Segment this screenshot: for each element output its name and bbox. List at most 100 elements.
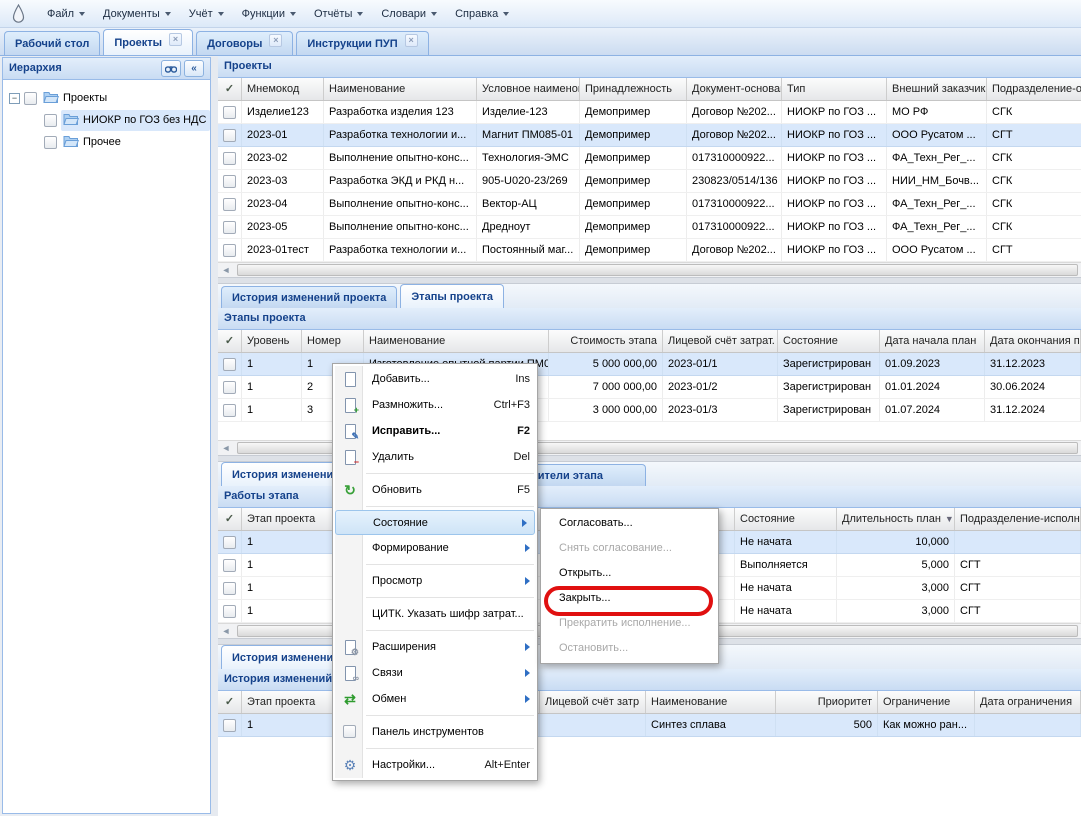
table-row[interactable]: 2023-03Разработка ЭКД и РКД н...905-U020… [218,170,1081,193]
tree-checkbox[interactable] [44,136,57,149]
submenu-item-Открыть...[interactable]: Открыть... [541,561,718,586]
column-header-✓[interactable]: ✓ [218,691,242,713]
column-header-Дата окончания п[interactable]: Дата окончания п [985,330,1081,352]
tree-node-Проекты[interactable]: −Проекты [5,87,208,109]
table-row[interactable]: 2023-01Разработка технологии и...Магнит … [218,124,1081,147]
column-header-✓[interactable]: ✓ [218,330,242,352]
column-header-Тип[interactable]: Тип [782,78,887,100]
tab-История изменений проекта[interactable]: История изменений проекта [221,286,397,308]
menu-item-Связи[interactable]: ∞Связи [333,660,537,686]
column-header-Состояние[interactable]: Состояние [735,508,837,530]
row-checkbox[interactable] [223,244,236,257]
tab-Проекты[interactable]: Проекты× [103,29,193,55]
menubar-item-Документы[interactable]: Документы [94,4,180,24]
row-checkbox[interactable] [223,536,236,549]
menu-item-Панель инструментов[interactable]: Панель инструментов [333,719,537,745]
scroll-left-icon[interactable]: ◄ [218,263,234,277]
tree-node-НИОКР по ГОЗ без НДС[interactable]: НИОКР по ГОЗ без НДС [5,109,208,131]
vertical-splitter[interactable] [211,57,218,816]
column-header-Принадлежность[interactable]: Принадлежность [580,78,687,100]
row-checkbox[interactable] [223,605,236,618]
row-checkbox[interactable] [223,559,236,572]
tree-checkbox[interactable] [24,92,37,105]
menu-item-Обмен[interactable]: ⇄Обмен [333,686,537,712]
column-header-Этап проекта[interactable]: Этап проекта [242,691,334,713]
row-checkbox[interactable] [223,221,236,234]
column-header-Этап проекта[interactable]: Этап проекта [242,508,334,530]
tab-close-icon[interactable]: × [405,34,418,47]
menu-item-Размножить...[interactable]: +Размножить...Ctrl+F3 [333,392,537,418]
column-header-Подразделение-от[interactable]: Подразделение-от [987,78,1081,100]
column-header-Лицевой счёт затр[interactable]: Лицевой счёт затр [540,691,646,713]
column-header-Наименование[interactable]: Наименование [364,330,549,352]
column-header-Наименование[interactable]: Наименование [646,691,776,713]
menu-item-Просмотр[interactable]: Просмотр [333,568,537,594]
submenu-item-Закрыть...[interactable]: Закрыть... [541,586,718,611]
column-header-Лицевой счёт затрат.[interactable]: Лицевой счёт затрат. [663,330,778,352]
column-header-Приоритет[interactable]: Приоритет [776,691,878,713]
binoculars-search-icon[interactable] [161,60,181,77]
menubar-item-Словари[interactable]: Словари [372,4,446,24]
table-row[interactable]: Изделие123Разработка изделия 123Изделие-… [218,101,1081,124]
row-checkbox[interactable] [223,106,236,119]
menu-item-Формирование[interactable]: Формирование [333,535,537,561]
column-header-Состояние[interactable]: Состояние [778,330,880,352]
horizontal-splitter[interactable] [218,277,1081,284]
tree-expander-icon[interactable]: − [9,93,20,104]
tab-close-icon[interactable]: × [169,33,182,46]
tree-checkbox[interactable] [44,114,57,127]
table-row[interactable]: 2023-01тестРазработка технологии и...Пос… [218,239,1081,262]
column-header-Мнемокод[interactable]: Мнемокод [242,78,324,100]
tab-Рабочий стол[interactable]: Рабочий стол [4,31,100,55]
column-header-Дата ограничения[interactable]: Дата ограничения [975,691,1081,713]
column-header-Условное наименова[interactable]: Условное наименова [477,78,580,100]
menu-item-Исправить...[interactable]: ✎Исправить...F2 [333,418,537,444]
column-header-Наименование[interactable]: Наименование [324,78,477,100]
column-header-Подразделение-исполн[interactable]: Подразделение-исполн [955,508,1081,530]
column-header-Документ-основан[interactable]: Документ-основан [687,78,782,100]
row-checkbox[interactable] [223,152,236,165]
menubar-item-Функции[interactable]: Функции [233,4,305,24]
tab-Этапы проекта[interactable]: Этапы проекта [400,284,504,308]
menubar-item-Справка[interactable]: Справка [446,4,518,24]
column-header-✓[interactable]: ✓ [218,78,242,100]
menu-item-Состояние[interactable]: Состояние [335,510,535,535]
row-checkbox[interactable] [223,198,236,211]
row-checkbox[interactable] [223,175,236,188]
menu-item-Расширения[interactable]: ⚙Расширения [333,634,537,660]
column-header-Ограничение[interactable]: Ограничение [878,691,975,713]
tab-Инструкции ПУП[interactable]: Инструкции ПУП× [296,31,428,55]
row-checkbox[interactable] [223,719,236,732]
column-header-Уровень[interactable]: Уровень [242,330,302,352]
column-header-Дата начала план[interactable]: Дата начала план [880,330,985,352]
scroll-left-icon[interactable]: ◄ [218,624,234,638]
column-header-Номер[interactable]: Номер [302,330,364,352]
table-row[interactable]: 2023-05Выполнение опытно-конс...Дредноут… [218,216,1081,239]
tree-node-Прочее[interactable]: Прочее [5,131,208,153]
row-checkbox[interactable] [223,404,236,417]
row-checkbox[interactable] [223,129,236,142]
row-checkbox[interactable] [223,381,236,394]
column-header-Длительность план[interactable]: Длительность план▼ [837,508,955,530]
menubar-item-Учёт[interactable]: Учёт [180,4,233,24]
menu-item-Обновить[interactable]: ↻ОбновитьF5 [333,477,537,503]
submenu-item-Согласовать...[interactable]: Согласовать... [541,511,718,536]
menubar-item-Файл[interactable]: Файл [38,4,94,24]
collapse-panel-icon[interactable]: « [184,60,204,77]
menubar-item-Отчёты[interactable]: Отчёты [305,4,372,24]
menu-item-ЦИТК. Указать шифр затрат...[interactable]: ЦИТК. Указать шифр затрат... [333,601,537,627]
column-header-✓[interactable]: ✓ [218,508,242,530]
projects-hscrollbar[interactable]: ◄ [218,262,1081,277]
column-header-Внешний заказчик[interactable]: Внешний заказчик [887,78,987,100]
row-checkbox[interactable] [223,582,236,595]
scroll-thumb[interactable] [237,264,1078,276]
table-row[interactable]: 2023-02Выполнение опытно-конс...Технолог… [218,147,1081,170]
menu-item-Удалить[interactable]: −УдалитьDel [333,444,537,470]
scroll-left-icon[interactable]: ◄ [218,441,234,455]
row-checkbox[interactable] [223,358,236,371]
column-header-Стоимость этапа[interactable]: Стоимость этапа [549,330,663,352]
tab-close-icon[interactable]: × [269,34,282,47]
menu-item-Добавить...[interactable]: Добавить...Ins [333,366,537,392]
table-row[interactable]: 2023-04Выполнение опытно-конс...Вектор-А… [218,193,1081,216]
tab-Договоры[interactable]: Договоры× [196,31,293,55]
